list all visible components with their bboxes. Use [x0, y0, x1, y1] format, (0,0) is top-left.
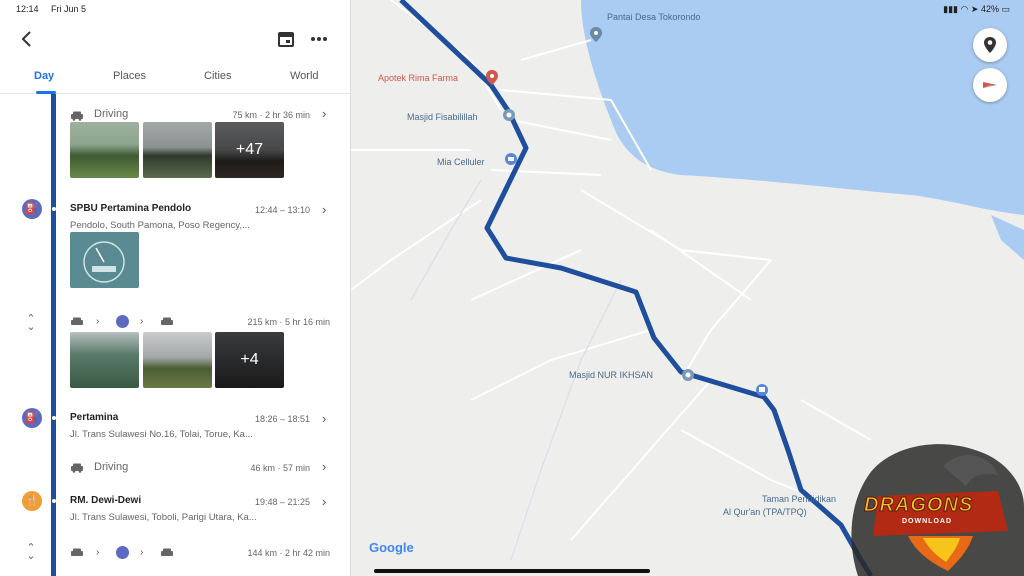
chevron-right-icon[interactable]: ›: [322, 106, 326, 121]
watermark-subtitle: DOWNLOAD: [902, 518, 952, 525]
trip-segments: › ›: [70, 546, 190, 561]
timeline-marker: [52, 416, 56, 420]
photo-thumbnail-more[interactable]: +4: [215, 332, 284, 388]
photo-thumbnail[interactable]: [143, 122, 212, 178]
mosque-icon: [503, 109, 515, 121]
trip-meta: 144 km · 2 hr 42 min: [247, 548, 330, 558]
driving-meta: 75 km · 2 hr 36 min: [232, 110, 310, 120]
poi-label[interactable]: Taman Pendidikan: [762, 494, 836, 504]
chevron-right-icon[interactable]: ›: [322, 202, 326, 217]
place-address: Jl. Trans Sulawesi No.16, Tolai, Torue, …: [70, 429, 253, 440]
expand-collapse-icon[interactable]: ⌃ ⌄: [24, 314, 38, 333]
chevron-right-icon[interactable]: ›: [322, 411, 326, 426]
gas-station-icon: [116, 315, 129, 328]
photo-thumbnail[interactable]: [70, 232, 139, 288]
car-icon: [71, 317, 83, 325]
status-bar-right: ▮▮▮ ◠ ➤ 42% ▭: [943, 4, 1010, 15]
tab-places[interactable]: Places: [113, 70, 146, 82]
more-vert-icon: [311, 37, 327, 41]
restaurant-icon: 🍴: [22, 491, 42, 511]
top-bar: [0, 24, 350, 54]
bus-stop-icon: [756, 384, 768, 396]
gas-station-icon: ⛽: [22, 199, 42, 219]
speedometer-icon: [83, 241, 125, 283]
driving-label: Driving: [94, 461, 129, 473]
chevron-small-icon: ›: [96, 547, 100, 558]
poi-label[interactable]: Masjid NUR IKHSAN: [569, 370, 653, 380]
photo-count: +4: [215, 332, 284, 388]
tab-cities[interactable]: Cities: [204, 70, 232, 82]
photo-thumbnail[interactable]: [143, 332, 212, 388]
map-pin-icon: [984, 37, 996, 53]
calendar-icon: [278, 32, 294, 47]
battery-icon: ▭: [1001, 4, 1010, 14]
poi-label[interactable]: Al Qur'an (TPA/TPQ): [723, 507, 807, 517]
watermark-title: DRAGONS: [863, 494, 974, 517]
place-time: 18:26 – 18:51: [254, 414, 310, 424]
chevron-right-icon[interactable]: ›: [322, 459, 326, 474]
gas-station-icon: ⛽: [22, 408, 42, 428]
car-icon: [71, 463, 83, 473]
shop-icon: [505, 153, 517, 165]
compass-button[interactable]: [973, 68, 1007, 102]
signal-icon: ▮▮▮: [943, 4, 958, 14]
battery-percentage: 42%: [980, 4, 999, 14]
chevron-small-icon: ›: [140, 316, 144, 327]
tab-bar: Day Places Cities World: [0, 62, 350, 94]
compass-icon: [983, 82, 997, 88]
poi-label[interactable]: Mia Celluler: [437, 157, 485, 167]
location-pin-button[interactable]: [973, 28, 1007, 62]
tab-day[interactable]: Day: [34, 70, 54, 82]
gas-station-icon: [116, 546, 129, 559]
water-area: [581, 0, 1024, 215]
mosque-icon: [682, 369, 694, 381]
back-arrow-icon: [21, 31, 31, 47]
chevron-small-icon: ›: [96, 316, 100, 327]
driving-meta: 46 km · 57 min: [250, 463, 310, 473]
photo-thumbnail-more[interactable]: +47: [215, 122, 284, 178]
car-icon: [161, 317, 173, 325]
place-name[interactable]: Pertamina: [70, 412, 118, 423]
water-area: [991, 215, 1024, 260]
timeline-panel: 12:14 Fri Jun 5 Day Places Cities World …: [0, 0, 351, 576]
photo-thumbnail[interactable]: [70, 122, 139, 178]
more-options-button[interactable]: [308, 28, 330, 50]
chevron-right-icon[interactable]: ›: [322, 494, 326, 509]
expand-collapse-icon[interactable]: ⌃ ⌄: [24, 543, 38, 562]
place-address: Pendolo, South Pamona, Poso Regency,...: [70, 220, 250, 231]
calendar-button[interactable]: [275, 28, 297, 50]
pharmacy-icon: [486, 70, 498, 85]
google-logo: Google: [369, 540, 414, 555]
timeline-track: [51, 94, 56, 576]
place-name[interactable]: RM. Dewi-Dewi: [70, 495, 141, 506]
photo-count: +47: [215, 122, 284, 178]
driving-label: Driving: [94, 108, 129, 120]
tab-world[interactable]: World: [290, 70, 319, 82]
chevron-small-icon: ›: [140, 547, 144, 558]
timeline-marker: [52, 499, 56, 503]
location-arrow-icon: ➤: [970, 4, 979, 14]
status-bar-left: 12:14 Fri Jun 5: [16, 4, 96, 14]
wifi-icon: ◠: [960, 4, 969, 14]
trip-meta: 215 km · 5 hr 16 min: [247, 317, 330, 327]
car-icon: [71, 548, 83, 556]
timeline-marker: [52, 207, 56, 211]
poi-label[interactable]: Pantai Desa Tokorondo: [607, 12, 700, 22]
status-time: 12:14: [16, 4, 39, 14]
place-name[interactable]: SPBU Pertamina Pendolo: [70, 203, 191, 214]
back-button[interactable]: [16, 28, 38, 50]
place-time: 19:48 – 21:25: [254, 497, 310, 507]
car-icon: [71, 111, 83, 121]
watermark-badge: DRAGONS DOWNLOAD: [848, 436, 1024, 576]
place-time: 12:44 – 13:10: [254, 205, 310, 215]
photo-thumbnail[interactable]: [70, 332, 139, 388]
pin-icon: [590, 27, 602, 42]
status-date: Fri Jun 5: [51, 4, 87, 14]
home-indicator: [374, 569, 650, 573]
poi-label[interactable]: Apotek Rima Farma: [378, 73, 458, 83]
trip-segments: › ›: [70, 315, 190, 330]
place-address: Jl. Trans Sulawesi, Toboli, Parigi Utara…: [70, 512, 257, 523]
car-icon: [161, 548, 173, 556]
poi-label[interactable]: Masjid Fisabilillah: [407, 112, 478, 122]
